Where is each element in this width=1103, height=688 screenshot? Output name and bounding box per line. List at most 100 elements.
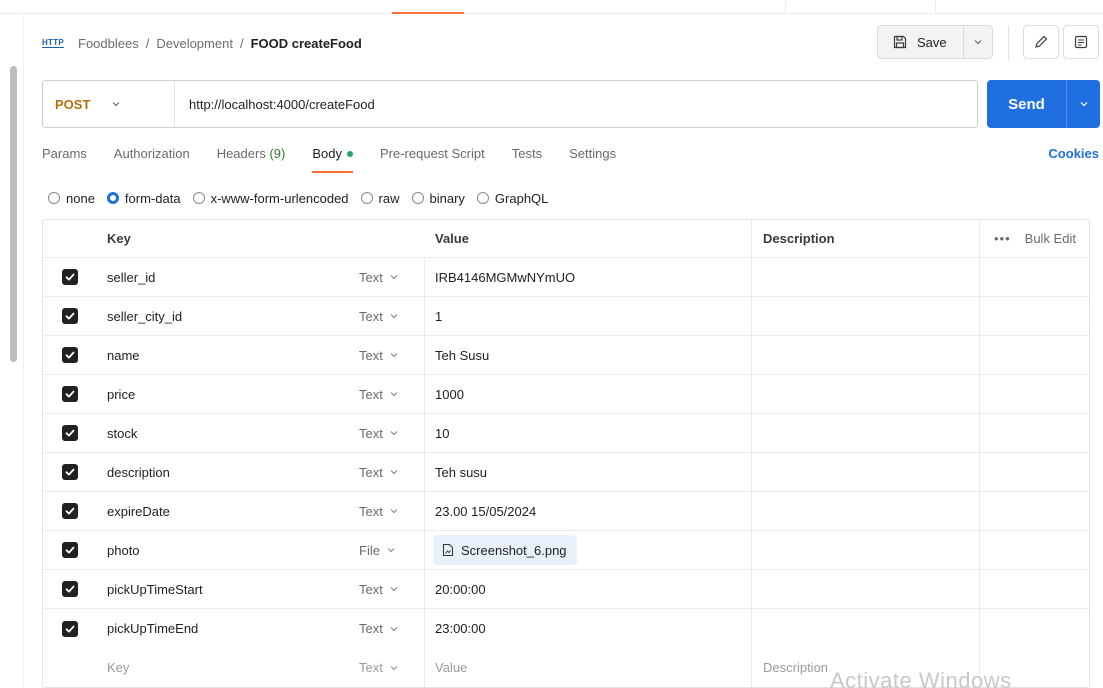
- tab-authorization[interactable]: Authorization: [114, 146, 190, 172]
- row-checkbox[interactable]: [61, 581, 78, 597]
- sidebar-divider: [23, 14, 24, 688]
- tab-settings[interactable]: Settings: [569, 146, 616, 172]
- row-checkbox[interactable]: [61, 464, 78, 480]
- cookies-link[interactable]: Cookies: [1048, 146, 1099, 161]
- type-select[interactable]: Text: [351, 609, 425, 648]
- radio-none[interactable]: none: [48, 191, 95, 206]
- chevron-down-icon: [390, 470, 398, 475]
- row-checkbox[interactable]: [61, 386, 78, 402]
- breadcrumb-separator: /: [145, 35, 150, 51]
- description-input[interactable]: [752, 414, 980, 452]
- type-select[interactable]: Text: [351, 414, 425, 452]
- table-row: name Text Teh Susu: [43, 336, 1089, 375]
- row-checkbox[interactable]: [61, 620, 78, 637]
- table-row: expireDate Text 23.00 15/05/2024: [43, 492, 1089, 531]
- tab-pre-request-script[interactable]: Pre-request Script: [380, 146, 485, 172]
- radio-raw[interactable]: raw: [360, 191, 400, 206]
- key-input[interactable]: price: [97, 375, 351, 413]
- request-name[interactable]: FOOD createFood: [251, 36, 362, 51]
- description-input[interactable]: [752, 258, 980, 296]
- value-input[interactable]: 1: [425, 297, 752, 335]
- row-checkbox-cell: [43, 336, 97, 374]
- key-input[interactable]: name: [97, 336, 351, 374]
- row-checkbox[interactable]: [61, 308, 78, 324]
- checkmark-icon: [65, 507, 74, 515]
- key-input[interactable]: pickUpTimeEnd: [97, 609, 351, 648]
- send-options-dropdown[interactable]: [1067, 80, 1100, 128]
- type-select[interactable]: Text: [351, 375, 425, 413]
- save-options-dropdown[interactable]: [964, 26, 992, 58]
- description-input[interactable]: [752, 531, 980, 569]
- type-select[interactable]: Text: [351, 297, 425, 335]
- type-select[interactable]: Text: [351, 258, 425, 296]
- type-select[interactable]: Text: [351, 492, 425, 530]
- key-input[interactable]: seller_city_id: [97, 297, 351, 335]
- comment-doc-icon: [1074, 35, 1088, 49]
- type-select[interactable]: Text: [351, 453, 425, 491]
- key-input[interactable]: photo: [97, 531, 351, 569]
- tab-body[interactable]: Body: [312, 146, 353, 173]
- toolbar-divider: [1008, 26, 1009, 60]
- row-checkbox-cell: [43, 297, 97, 335]
- tab-params[interactable]: Params: [42, 146, 87, 172]
- value-input[interactable]: 20:00:00: [425, 570, 752, 608]
- radio-form-data[interactable]: form-data: [106, 191, 181, 206]
- tab-headers[interactable]: Headers (9): [217, 146, 286, 172]
- value-input[interactable]: Teh susu: [425, 453, 752, 491]
- new-value-input[interactable]: Value: [425, 648, 752, 687]
- description-input[interactable]: [752, 297, 980, 335]
- radio-graphql[interactable]: GraphQL: [476, 191, 548, 206]
- description-input[interactable]: [752, 336, 980, 374]
- bulk-edit-button[interactable]: Bulk Edit: [1025, 231, 1076, 246]
- description-input[interactable]: [752, 453, 980, 491]
- type-select[interactable]: File: [351, 531, 425, 569]
- type-select[interactable]: Text: [351, 336, 425, 374]
- edit-button[interactable]: [1023, 25, 1059, 59]
- http-method-select[interactable]: POST: [43, 81, 175, 127]
- value-cell: Screenshot_6.png: [425, 531, 752, 569]
- row-checkbox[interactable]: [61, 347, 78, 363]
- value-input[interactable]: 23:00:00: [425, 609, 752, 648]
- url-input[interactable]: [189, 96, 949, 112]
- checkmark-icon: [65, 351, 74, 359]
- value-input[interactable]: 10: [425, 414, 752, 452]
- key-input[interactable]: pickUpTimeStart: [97, 570, 351, 608]
- value-input[interactable]: 23.00 15/05/2024: [425, 492, 752, 530]
- value-input[interactable]: 1000: [425, 375, 752, 413]
- row-checkbox[interactable]: [61, 425, 78, 441]
- radio-x-www-form-urlencoded[interactable]: x-www-form-urlencoded: [192, 191, 349, 206]
- file-image-icon: [442, 543, 454, 557]
- type-select[interactable]: Text: [351, 570, 425, 608]
- new-key-input[interactable]: Key: [97, 648, 351, 687]
- radio-binary[interactable]: binary: [411, 191, 465, 206]
- more-options-icon[interactable]: •••: [994, 231, 1011, 246]
- row-checkbox[interactable]: [61, 503, 78, 519]
- breadcrumb-collection[interactable]: Foodblees: [78, 36, 139, 51]
- chevron-down-icon: [390, 626, 398, 631]
- tab-tests[interactable]: Tests: [512, 146, 542, 172]
- key-input[interactable]: stock: [97, 414, 351, 452]
- key-input[interactable]: seller_id: [97, 258, 351, 296]
- save-button[interactable]: Save: [878, 26, 964, 58]
- table-row: price Text 1000: [43, 375, 1089, 414]
- table-row: description Text Teh susu: [43, 453, 1089, 492]
- description-input[interactable]: [752, 375, 980, 413]
- table-row: pickUpTimeEnd Text 23:00:00: [43, 609, 1089, 648]
- scrollbar-thumb[interactable]: [10, 66, 17, 362]
- file-chip[interactable]: Screenshot_6.png: [433, 535, 577, 565]
- new-type-select[interactable]: Text: [351, 648, 425, 687]
- row-checkbox[interactable]: [61, 269, 78, 285]
- value-input[interactable]: Teh Susu: [425, 336, 752, 374]
- send-button[interactable]: Send: [987, 80, 1067, 128]
- key-input[interactable]: description: [97, 453, 351, 491]
- value-input[interactable]: IRB4146MGMwNYmUO: [425, 258, 752, 296]
- send-button-group: Send: [987, 80, 1100, 128]
- row-checkbox[interactable]: [61, 542, 78, 558]
- documentation-button[interactable]: [1063, 25, 1099, 59]
- description-input[interactable]: [752, 609, 980, 648]
- key-input[interactable]: expireDate: [97, 492, 351, 530]
- checkmark-icon: [65, 468, 74, 476]
- breadcrumb-folder[interactable]: Development: [156, 36, 233, 51]
- description-input[interactable]: [752, 492, 980, 530]
- description-input[interactable]: [752, 570, 980, 608]
